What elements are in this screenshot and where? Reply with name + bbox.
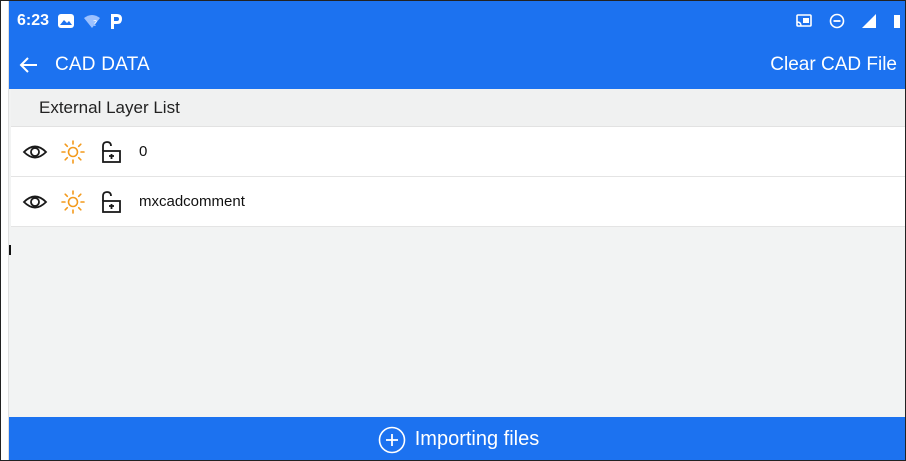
unlock-icon[interactable] [97,138,125,166]
unlock-icon[interactable] [97,188,125,216]
wifi-icon: ? [83,13,101,29]
app-frame: 6:23 ? CAD DATA Clear CAD File External … [0,0,906,461]
photos-icon [57,12,75,30]
page-title: CAD DATA [55,54,150,75]
sun-icon[interactable] [59,138,87,166]
layer-name: mxcadcomment [139,193,245,210]
eye-icon[interactable] [21,138,49,166]
layer-row[interactable]: mxcadcomment [11,177,905,227]
back-arrow-icon [19,57,37,73]
status-time: 6:23 [17,12,50,29]
signal-icon [861,13,877,29]
back-button[interactable] [9,41,49,89]
layer-name: 0 [139,143,148,160]
app-bar: CAD DATA Clear CAD File [9,41,905,89]
import-files-button[interactable]: Importing files [9,417,905,460]
layer-row[interactable]: 0 [11,127,905,177]
cast-icon [795,13,813,29]
battery-icon [893,13,901,29]
list-header: External Layer List [11,89,905,127]
clear-cad-file-button[interactable]: Clear CAD File [770,54,897,76]
add-circle-icon [378,426,406,453]
import-files-label: Importing files [414,428,540,450]
status-bar: 6:23 ? [9,1,905,41]
eye-icon[interactable] [21,188,49,216]
left-edge [1,1,9,460]
svg-text:?: ? [93,19,97,28]
do-not-disturb-icon [829,13,845,29]
layer-list: External Layer List 0 mxcadcomment [11,89,905,417]
p-icon [109,12,123,30]
sun-icon[interactable] [59,188,87,216]
